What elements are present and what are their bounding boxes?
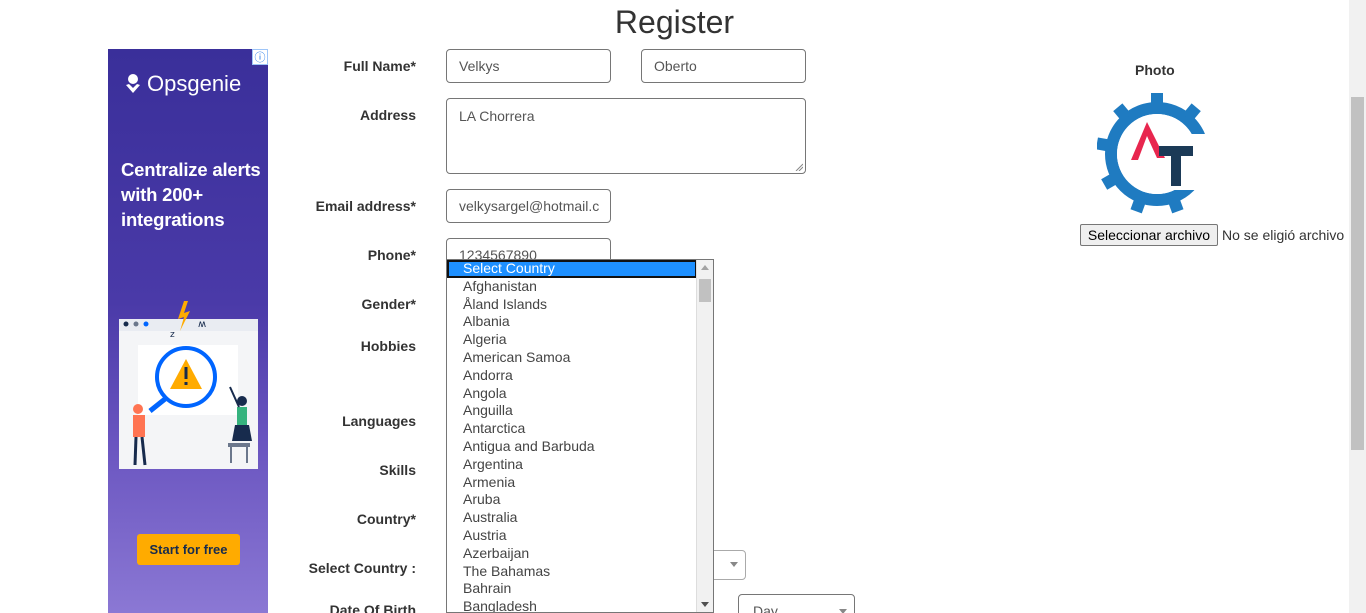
- address-value: LA Chorrera: [459, 108, 535, 124]
- ad-brand-name: Opsgenie: [147, 71, 242, 96]
- country-option[interactable]: Antigua and Barbuda: [447, 438, 697, 456]
- country-option[interactable]: Armenia: [447, 474, 697, 492]
- country-option[interactable]: The Bahamas: [447, 563, 697, 581]
- ad-banner[interactable]: ⓘ Opsgenie Centralize alerts with 200+ i…: [108, 49, 268, 613]
- choose-file-button[interactable]: Seleccionar archivo: [1080, 224, 1218, 246]
- skills-label: Skills: [379, 462, 416, 478]
- hobbies-label: Hobbies: [360, 338, 416, 354]
- chevron-down-icon: [730, 562, 738, 567]
- page-title: Register: [614, 4, 735, 40]
- dob-day-select[interactable]: Day: [738, 594, 855, 613]
- chevron-down-icon: [839, 609, 847, 613]
- company-logo-icon: [1097, 93, 1217, 214]
- svg-text:z: z: [170, 330, 175, 340]
- country-option[interactable]: Aruba: [447, 491, 697, 509]
- country-option[interactable]: Argentina: [447, 456, 697, 474]
- address-label: Address: [359, 107, 416, 123]
- photo-label: Photo: [1135, 62, 1175, 78]
- file-status-text: No se eligió archivo: [1222, 227, 1345, 243]
- email-input[interactable]: velkysargel@hotmail.c: [446, 189, 611, 223]
- country-option[interactable]: Afghanistan: [447, 278, 697, 296]
- gender-label: Gender*: [361, 296, 416, 312]
- page-scroll-thumb[interactable]: [1351, 97, 1364, 450]
- resize-grip-icon[interactable]: [795, 163, 803, 171]
- dropdown-scrollbar[interactable]: [696, 260, 713, 612]
- dob-label: Date Of Birth: [329, 602, 416, 613]
- dob-day-value: Day: [753, 603, 778, 613]
- country-option[interactable]: Azerbaijan: [447, 545, 697, 563]
- first-name-input[interactable]: Velkys: [446, 49, 611, 83]
- ad-headline: Centralize alerts with 200+ integrations: [121, 159, 261, 230]
- country-option[interactable]: Australia: [447, 509, 697, 527]
- select-country-label: Select Country :: [308, 560, 416, 576]
- scroll-up-icon[interactable]: [701, 265, 709, 270]
- country-option[interactable]: Antarctica: [447, 420, 697, 438]
- country-option[interactable]: Select Country: [447, 260, 697, 278]
- ad-illustration-icon: z ʍ: [119, 301, 258, 469]
- last-name-input[interactable]: Oberto: [641, 49, 806, 83]
- country-option[interactable]: Åland Islands: [447, 296, 697, 314]
- country-options: Select Country Afghanistan Åland Islands Al…: [447, 260, 697, 612]
- address-textarea[interactable]: LA Chorrera: [446, 98, 806, 174]
- country-option[interactable]: Anguilla: [447, 402, 697, 420]
- country-option[interactable]: Albania: [447, 313, 697, 331]
- country-option[interactable]: Bangladesh: [447, 598, 697, 612]
- country-option[interactable]: Andorra: [447, 367, 697, 385]
- country-option[interactable]: Bahrain: [447, 580, 697, 598]
- country-option[interactable]: Austria: [447, 527, 697, 545]
- country-option[interactable]: Algeria: [447, 331, 697, 349]
- svg-text:ʍ: ʍ: [198, 319, 206, 330]
- dropdown-scroll-thumb[interactable]: [699, 279, 711, 302]
- full-name-label: Full Name*: [343, 58, 416, 74]
- page-scrollbar[interactable]: [1349, 0, 1366, 613]
- country-dropdown-list[interactable]: Select Country Afghanistan Åland Islands Al…: [446, 259, 714, 613]
- ad-info-icon[interactable]: ⓘ: [252, 49, 268, 65]
- opsgenie-logo-icon: [126, 74, 140, 93]
- email-label: Email address*: [315, 198, 416, 214]
- country-option[interactable]: American Samoa: [447, 349, 697, 367]
- ad-start-free-button[interactable]: Start for free: [137, 534, 240, 565]
- ad-brand-logo: Opsgenie: [124, 71, 241, 97]
- country-label: Country*: [356, 511, 416, 527]
- country-option[interactable]: Angola: [447, 385, 697, 403]
- languages-label: Languages: [342, 413, 416, 429]
- scroll-down-icon[interactable]: [701, 602, 709, 607]
- phone-label: Phone*: [367, 247, 416, 263]
